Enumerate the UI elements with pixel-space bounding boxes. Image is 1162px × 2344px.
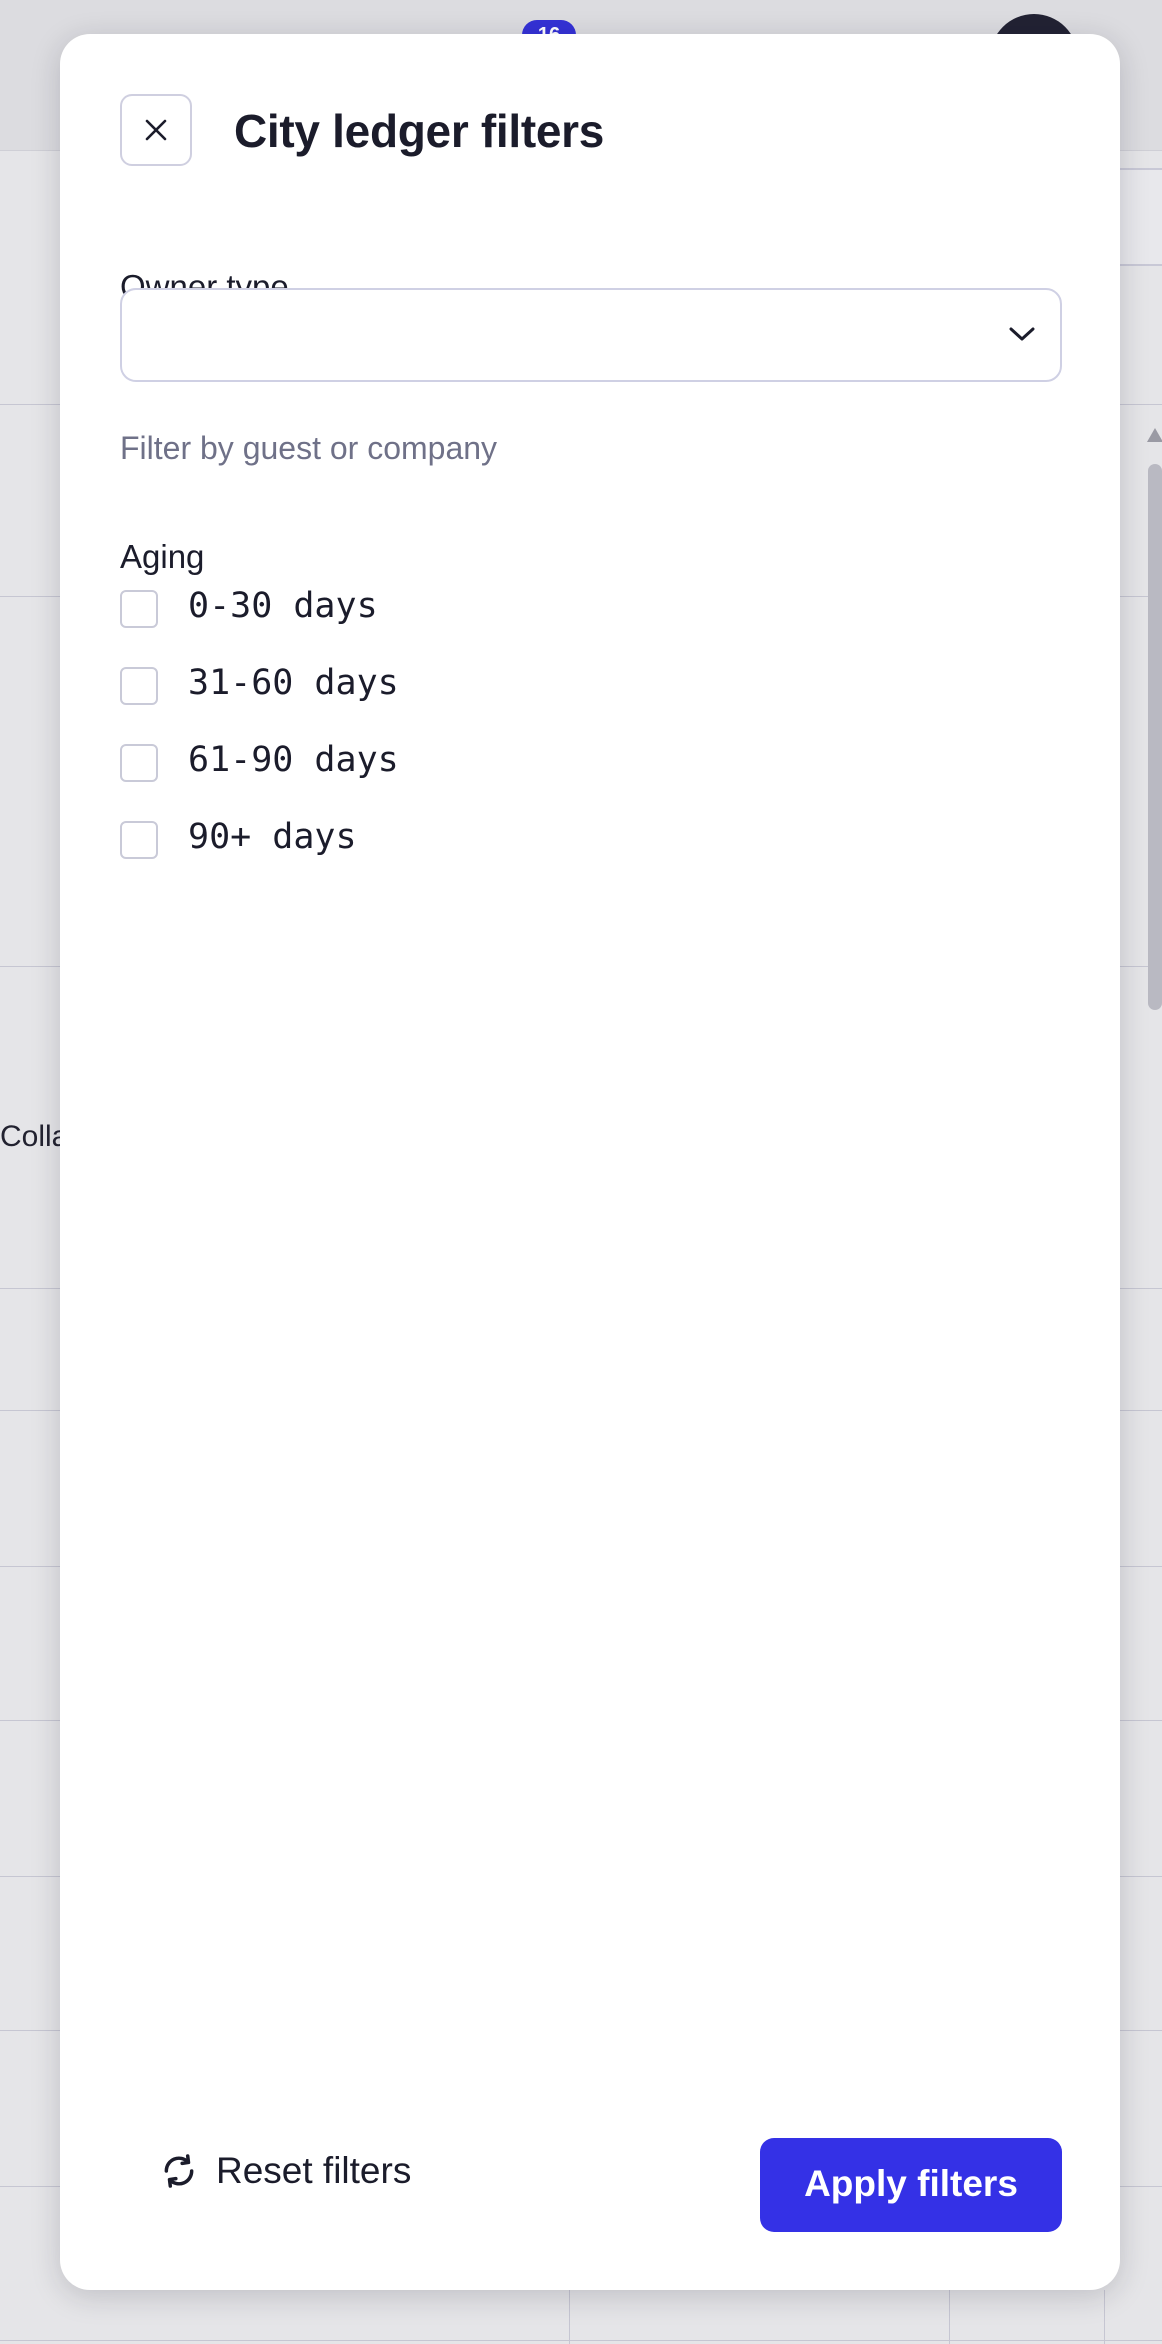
chevron-down-icon: [1009, 327, 1035, 341]
owner-type-helper: Filter by guest or company: [120, 430, 498, 466]
aging-option-31-60[interactable]: 31-60 days: [120, 659, 620, 715]
checkbox-label: 90+ days: [188, 817, 357, 857]
column-divider: [949, 2290, 950, 2344]
apply-filters-label: Apply filters: [804, 2163, 1018, 2204]
checkbox-label: 0-30 days: [188, 586, 378, 626]
row-divider: [0, 2340, 1162, 2341]
reset-filters-label: Reset filters: [216, 2150, 412, 2191]
close-button[interactable]: [120, 94, 192, 166]
column-divider: [569, 2290, 570, 2344]
scroll-up-arrow: [1147, 428, 1162, 442]
owner-type-select[interactable]: [120, 288, 1062, 382]
filters-drawer: City ledger filters Owner type Filter by…: [60, 34, 1120, 2290]
checkbox-label: 31-60 days: [188, 663, 399, 703]
close-icon: [145, 119, 167, 141]
drawer-title: City ledger filters: [234, 105, 605, 157]
aging-label: Aging: [120, 538, 205, 575]
reset-filters-button[interactable]: Reset filters: [154, 2134, 454, 2206]
checkbox[interactable]: [120, 667, 158, 705]
refresh-icon: [164, 2154, 194, 2188]
aging-option-90-plus[interactable]: 90+ days: [120, 813, 620, 869]
column-divider: [1104, 2290, 1105, 2344]
scrollbar-thumb: [1148, 464, 1162, 1010]
aging-option-61-90[interactable]: 61-90 days: [120, 736, 620, 792]
checkbox[interactable]: [120, 821, 158, 859]
aging-option-0-30[interactable]: 0-30 days: [120, 582, 620, 638]
checkbox[interactable]: [120, 590, 158, 628]
apply-filters-button[interactable]: Apply filters: [760, 2138, 1062, 2232]
checkbox-label: 61-90 days: [188, 740, 399, 780]
checkbox[interactable]: [120, 744, 158, 782]
